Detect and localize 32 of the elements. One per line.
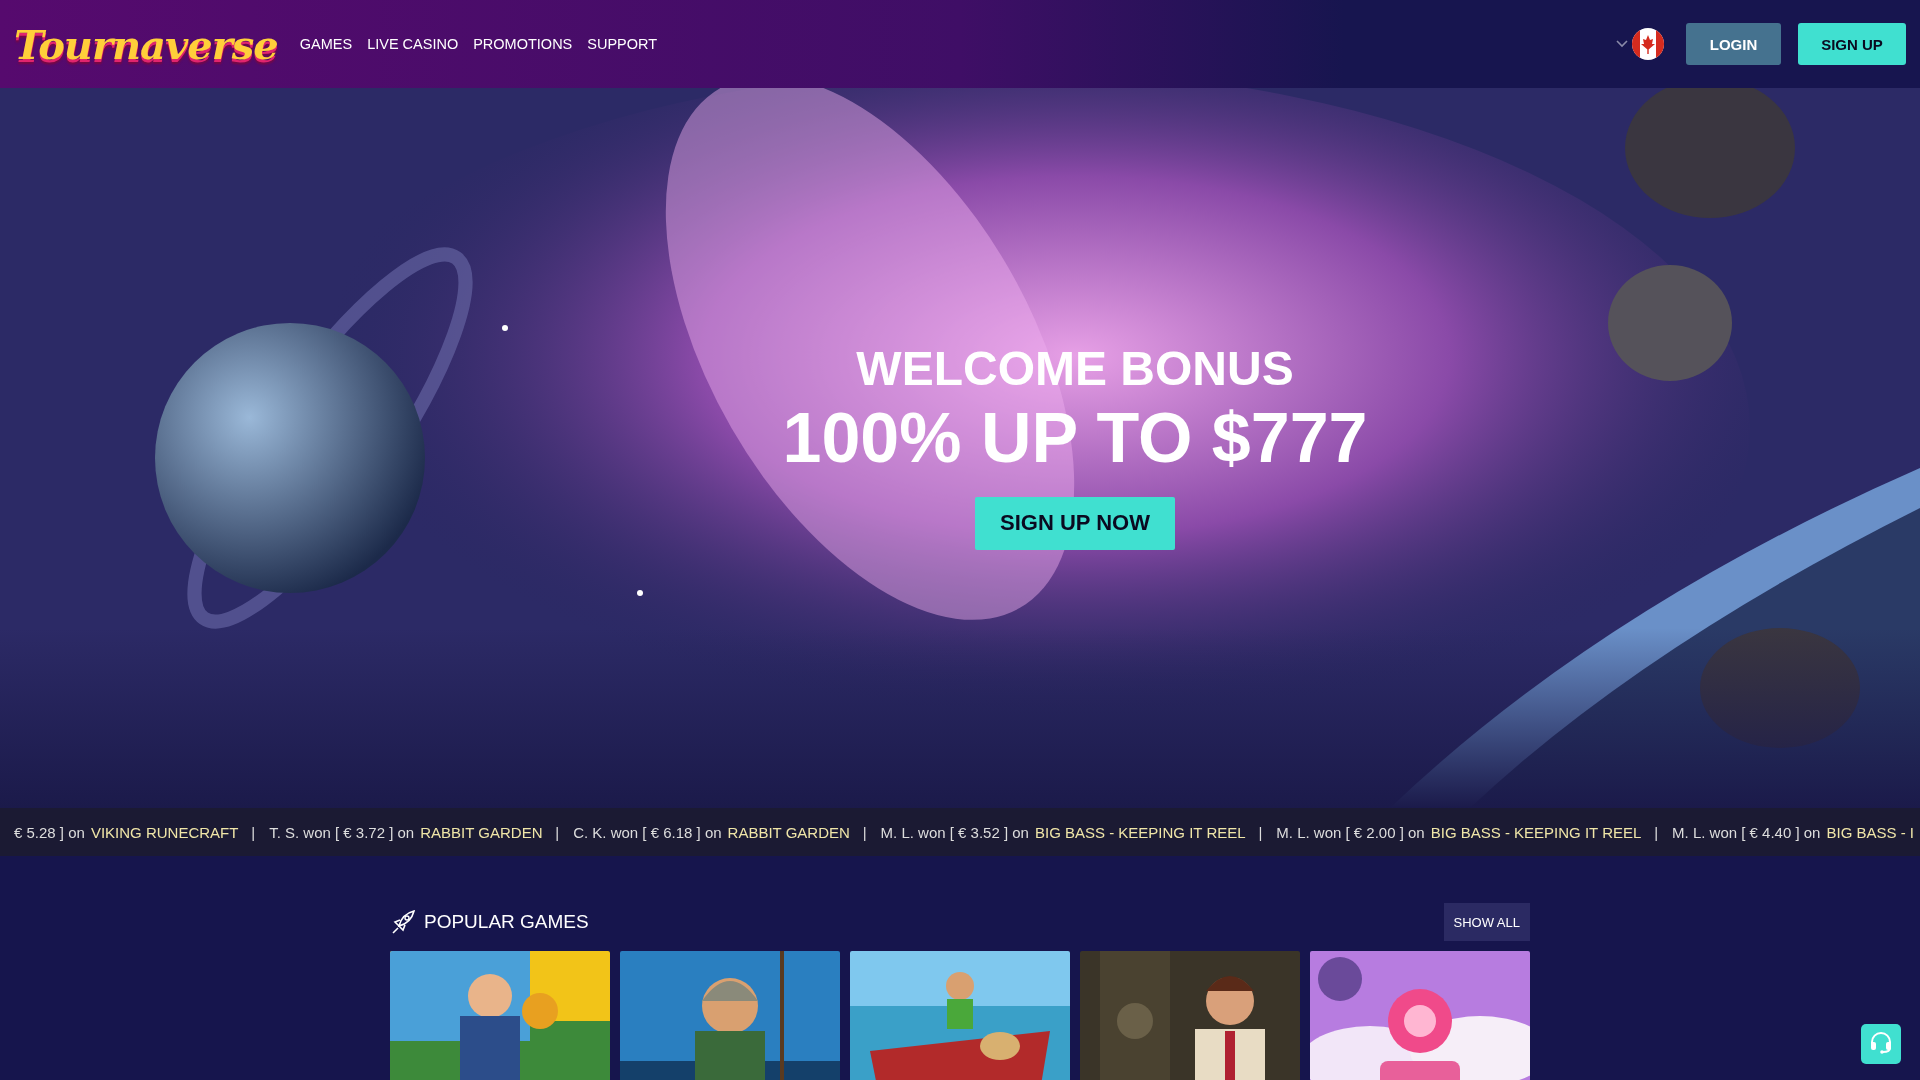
separator: |	[251, 823, 256, 841]
game-link[interactable]: RABBIT GARDEN	[420, 823, 543, 841]
separator: |	[862, 823, 867, 841]
nav-link[interactable]: LIVE CASINO	[367, 36, 459, 52]
win-text: M. L. won [ € 3.52 ] on	[880, 823, 1029, 841]
game-link[interactable]: RABBIT GARDEN	[727, 823, 850, 841]
bonus-headline: 100% UP TO $777	[782, 399, 1368, 477]
game-link[interactable]: BIG BASS - KEEPING IT REEL	[1034, 823, 1246, 841]
rocket-icon	[390, 909, 416, 935]
section-title: POPULAR GAMES	[424, 911, 589, 933]
show-all-button[interactable]: SHOW ALL	[1443, 903, 1530, 941]
caret-icon[interactable]	[1616, 40, 1628, 48]
nav-link[interactable]: SUPPORT	[587, 36, 658, 52]
separator: |	[1258, 823, 1263, 841]
bonus-title: WELCOME BONUS	[856, 343, 1294, 396]
nav-link[interactable]: PROMOTIONS	[473, 36, 573, 52]
separator: |	[555, 823, 560, 841]
separator: |	[1654, 823, 1659, 841]
game-link[interactable]: VIKING RUNECRAFT	[90, 823, 239, 841]
win-text: € 5.28 ] on	[14, 823, 85, 841]
nav-link[interactable]: GAMES	[299, 36, 353, 52]
game-link[interactable]: BIG BASS - KEEPING IT REEL	[1430, 823, 1642, 841]
win-text: M. L. won [ € 4.40 ] on	[1672, 823, 1821, 841]
game-link[interactable]: BIG BASS - I	[1826, 823, 1914, 841]
logo[interactable]: Tournaverse	[14, 20, 278, 68]
win-text: M. L. won [ € 2.00 ] on	[1276, 823, 1425, 841]
sign-up-now-button[interactable]: SIGN UP NOW	[975, 496, 1175, 550]
login-button[interactable]: LOGIN	[1686, 23, 1781, 65]
flag-icon[interactable]	[1632, 28, 1664, 60]
win-text: T. S. won [ € 3.72 ] on	[269, 823, 415, 841]
sign-up-button[interactable]: SIGN UP	[1798, 23, 1906, 65]
win-text: C. K. won [ € 6.18 ] on	[573, 823, 722, 841]
